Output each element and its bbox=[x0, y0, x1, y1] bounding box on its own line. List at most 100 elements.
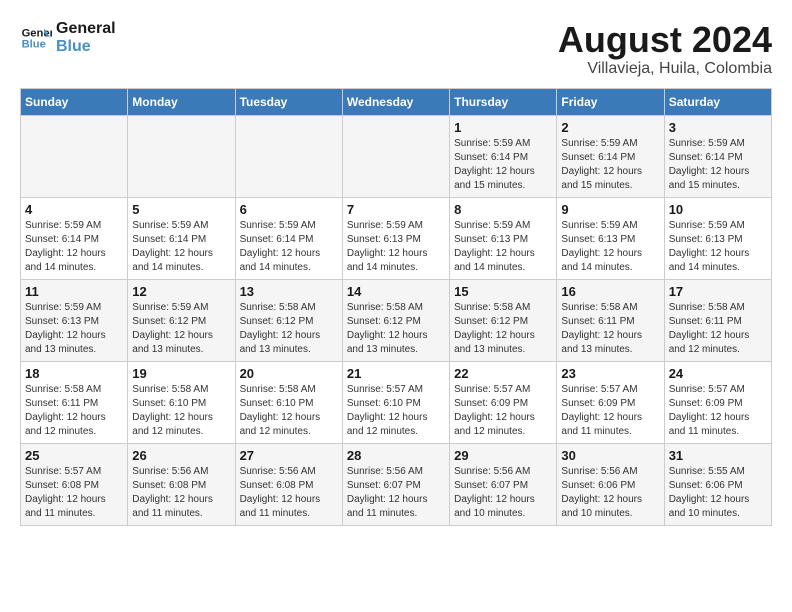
day-number: 1 bbox=[454, 120, 552, 135]
col-header-tuesday: Tuesday bbox=[235, 88, 342, 115]
calendar-cell: 8Sunrise: 5:59 AM Sunset: 6:13 PM Daylig… bbox=[450, 197, 557, 279]
day-number: 17 bbox=[669, 284, 767, 299]
calendar-cell: 2Sunrise: 5:59 AM Sunset: 6:14 PM Daylig… bbox=[557, 115, 664, 197]
day-info: Sunrise: 5:59 AM Sunset: 6:12 PM Dayligh… bbox=[132, 301, 230, 357]
day-info: Sunrise: 5:59 AM Sunset: 6:14 PM Dayligh… bbox=[132, 219, 230, 275]
calendar-cell: 12 Sunrise: 5:59 AM Sunset: 6:12 PM Dayli… bbox=[128, 279, 235, 361]
page-header: General Blue General Blue August 2024 Vi… bbox=[20, 20, 772, 78]
col-header-monday: Monday bbox=[128, 88, 235, 115]
calendar-cell: 24 Sunrise: 5:57 AM Sunset: 6:09 PM Dayli… bbox=[664, 361, 771, 443]
calendar-cell bbox=[128, 115, 235, 197]
day-info: Sunrise: 5:57 AM Sunset: 6:09 PM Dayligh… bbox=[454, 383, 552, 439]
logo-line2: Blue bbox=[56, 38, 116, 56]
day-number: 24 bbox=[669, 366, 767, 381]
day-number: 3 bbox=[669, 120, 767, 135]
calendar-cell: 14 Sunrise: 5:58 AM Sunset: 6:12 PM Dayli… bbox=[342, 279, 449, 361]
day-info: Sunrise: 5:56 AM Sunset: 6:07 PM Dayligh… bbox=[347, 465, 445, 521]
calendar-cell: 27Sunrise: 5:56 AM Sunset: 6:08 PM Dayli… bbox=[235, 443, 342, 525]
svg-text:General: General bbox=[22, 27, 52, 39]
day-info: Sunrise: 5:57 AM Sunset: 6:09 PM Dayligh… bbox=[561, 383, 659, 439]
day-info: Sunrise: 5:58 AM Sunset: 6:10 PM Dayligh… bbox=[132, 383, 230, 439]
svg-text:Blue: Blue bbox=[22, 38, 46, 50]
day-number: 25 bbox=[25, 448, 123, 463]
day-number: 27 bbox=[240, 448, 338, 463]
day-info: Sunrise: 5:59 AM Sunset: 6:13 PM Dayligh… bbox=[561, 219, 659, 275]
calendar-cell bbox=[342, 115, 449, 197]
day-info: Sunrise: 5:59 AM Sunset: 6:14 PM Dayligh… bbox=[561, 137, 659, 193]
day-info: Sunrise: 5:58 AM Sunset: 6:10 PM Dayligh… bbox=[240, 383, 338, 439]
col-header-friday: Friday bbox=[557, 88, 664, 115]
location-subtitle: Villavieja, Huila, Colombia bbox=[558, 60, 772, 78]
month-year-title: August 2024 bbox=[558, 20, 772, 60]
calendar-cell: 15 Sunrise: 5:58 AM Sunset: 6:12 PM Dayli… bbox=[450, 279, 557, 361]
day-number: 4 bbox=[25, 202, 123, 217]
calendar-cell: 3 Sunrise: 5:59 AM Sunset: 6:14 PM Daylig… bbox=[664, 115, 771, 197]
day-number: 20 bbox=[240, 366, 338, 381]
day-number: 30 bbox=[561, 448, 659, 463]
calendar-cell: 18Sunrise: 5:58 AM Sunset: 6:11 PM Dayli… bbox=[21, 361, 128, 443]
day-info: Sunrise: 5:58 AM Sunset: 6:11 PM Dayligh… bbox=[669, 301, 767, 357]
day-number: 16 bbox=[561, 284, 659, 299]
calendar-cell: 10 Sunrise: 5:59 AM Sunset: 6:13 PM Dayli… bbox=[664, 197, 771, 279]
day-info: Sunrise: 5:59 AM Sunset: 6:13 PM Dayligh… bbox=[669, 219, 767, 275]
col-header-wednesday: Wednesday bbox=[342, 88, 449, 115]
day-number: 6 bbox=[240, 202, 338, 217]
day-info: Sunrise: 5:58 AM Sunset: 6:12 PM Dayligh… bbox=[240, 301, 338, 357]
calendar-cell: 28 Sunrise: 5:56 AM Sunset: 6:07 PM Dayli… bbox=[342, 443, 449, 525]
calendar-cell: 17 Sunrise: 5:58 AM Sunset: 6:11 PM Dayli… bbox=[664, 279, 771, 361]
day-info: Sunrise: 5:55 AM Sunset: 6:06 PM Dayligh… bbox=[669, 465, 767, 521]
day-info: Sunrise: 5:59 AM Sunset: 6:14 PM Dayligh… bbox=[669, 137, 767, 193]
calendar-cell: 30 Sunrise: 5:56 AM Sunset: 6:06 PM Dayli… bbox=[557, 443, 664, 525]
calendar-cell: 1 Sunrise: 5:59 AM Sunset: 6:14 PM Daylig… bbox=[450, 115, 557, 197]
day-info: Sunrise: 5:56 AM Sunset: 6:07 PM Dayligh… bbox=[454, 465, 552, 521]
day-info: Sunrise: 5:59 AM Sunset: 6:14 PM Dayligh… bbox=[25, 219, 123, 275]
day-info: Sunrise: 5:59 AM Sunset: 6:13 PM Dayligh… bbox=[25, 301, 123, 357]
day-number: 28 bbox=[347, 448, 445, 463]
day-number: 14 bbox=[347, 284, 445, 299]
day-number: 7 bbox=[347, 202, 445, 217]
logo: General Blue General Blue bbox=[20, 20, 116, 55]
col-header-saturday: Saturday bbox=[664, 88, 771, 115]
day-number: 31 bbox=[669, 448, 767, 463]
day-number: 15 bbox=[454, 284, 552, 299]
day-info: Sunrise: 5:57 AM Sunset: 6:09 PM Dayligh… bbox=[669, 383, 767, 439]
day-info: Sunrise: 5:56 AM Sunset: 6:06 PM Dayligh… bbox=[561, 465, 659, 521]
calendar-cell bbox=[21, 115, 128, 197]
day-number: 8 bbox=[454, 202, 552, 217]
day-info: Sunrise: 5:59 AM Sunset: 6:14 PM Dayligh… bbox=[454, 137, 552, 193]
day-number: 18 bbox=[25, 366, 123, 381]
calendar-cell: 7 Sunrise: 5:59 AM Sunset: 6:13 PM Daylig… bbox=[342, 197, 449, 279]
day-number: 19 bbox=[132, 366, 230, 381]
day-number: 29 bbox=[454, 448, 552, 463]
calendar-cell: 19 Sunrise: 5:58 AM Sunset: 6:10 PM Dayli… bbox=[128, 361, 235, 443]
calendar-cell: 21Sunrise: 5:57 AM Sunset: 6:10 PM Dayli… bbox=[342, 361, 449, 443]
calendar-cell bbox=[235, 115, 342, 197]
calendar-cell: 11 Sunrise: 5:59 AM Sunset: 6:13 PM Dayli… bbox=[21, 279, 128, 361]
calendar-cell: 9Sunrise: 5:59 AM Sunset: 6:13 PM Daylig… bbox=[557, 197, 664, 279]
logo-line1: General bbox=[56, 20, 116, 38]
calendar-cell: 6Sunrise: 5:59 AM Sunset: 6:14 PM Daylig… bbox=[235, 197, 342, 279]
day-number: 11 bbox=[25, 284, 123, 299]
day-info: Sunrise: 5:57 AM Sunset: 6:08 PM Dayligh… bbox=[25, 465, 123, 521]
calendar-cell: 22 Sunrise: 5:57 AM Sunset: 6:09 PM Dayli… bbox=[450, 361, 557, 443]
day-number: 22 bbox=[454, 366, 552, 381]
day-info: Sunrise: 5:57 AM Sunset: 6:10 PM Dayligh… bbox=[347, 383, 445, 439]
calendar-cell: 26 Sunrise: 5:56 AM Sunset: 6:08 PM Dayli… bbox=[128, 443, 235, 525]
day-number: 12 bbox=[132, 284, 230, 299]
calendar-cell: 13Sunrise: 5:58 AM Sunset: 6:12 PM Dayli… bbox=[235, 279, 342, 361]
day-number: 10 bbox=[669, 202, 767, 217]
day-number: 5 bbox=[132, 202, 230, 217]
day-info: Sunrise: 5:56 AM Sunset: 6:08 PM Dayligh… bbox=[132, 465, 230, 521]
day-number: 26 bbox=[132, 448, 230, 463]
calendar-cell: 16 Sunrise: 5:58 AM Sunset: 6:11 PM Dayli… bbox=[557, 279, 664, 361]
day-info: Sunrise: 5:59 AM Sunset: 6:13 PM Dayligh… bbox=[347, 219, 445, 275]
day-info: Sunrise: 5:58 AM Sunset: 6:11 PM Dayligh… bbox=[561, 301, 659, 357]
day-info: Sunrise: 5:58 AM Sunset: 6:12 PM Dayligh… bbox=[347, 301, 445, 357]
col-header-sunday: Sunday bbox=[21, 88, 128, 115]
day-info: Sunrise: 5:58 AM Sunset: 6:12 PM Dayligh… bbox=[454, 301, 552, 357]
calendar-cell: 31 Sunrise: 5:55 AM Sunset: 6:06 PM Dayli… bbox=[664, 443, 771, 525]
title-block: August 2024 Villavieja, Huila, Colombia bbox=[558, 20, 772, 78]
calendar-cell: 23Sunrise: 5:57 AM Sunset: 6:09 PM Dayli… bbox=[557, 361, 664, 443]
calendar-cell: 4 Sunrise: 5:59 AM Sunset: 6:14 PM Daylig… bbox=[21, 197, 128, 279]
calendar-cell: 20 Sunrise: 5:58 AM Sunset: 6:10 PM Dayli… bbox=[235, 361, 342, 443]
